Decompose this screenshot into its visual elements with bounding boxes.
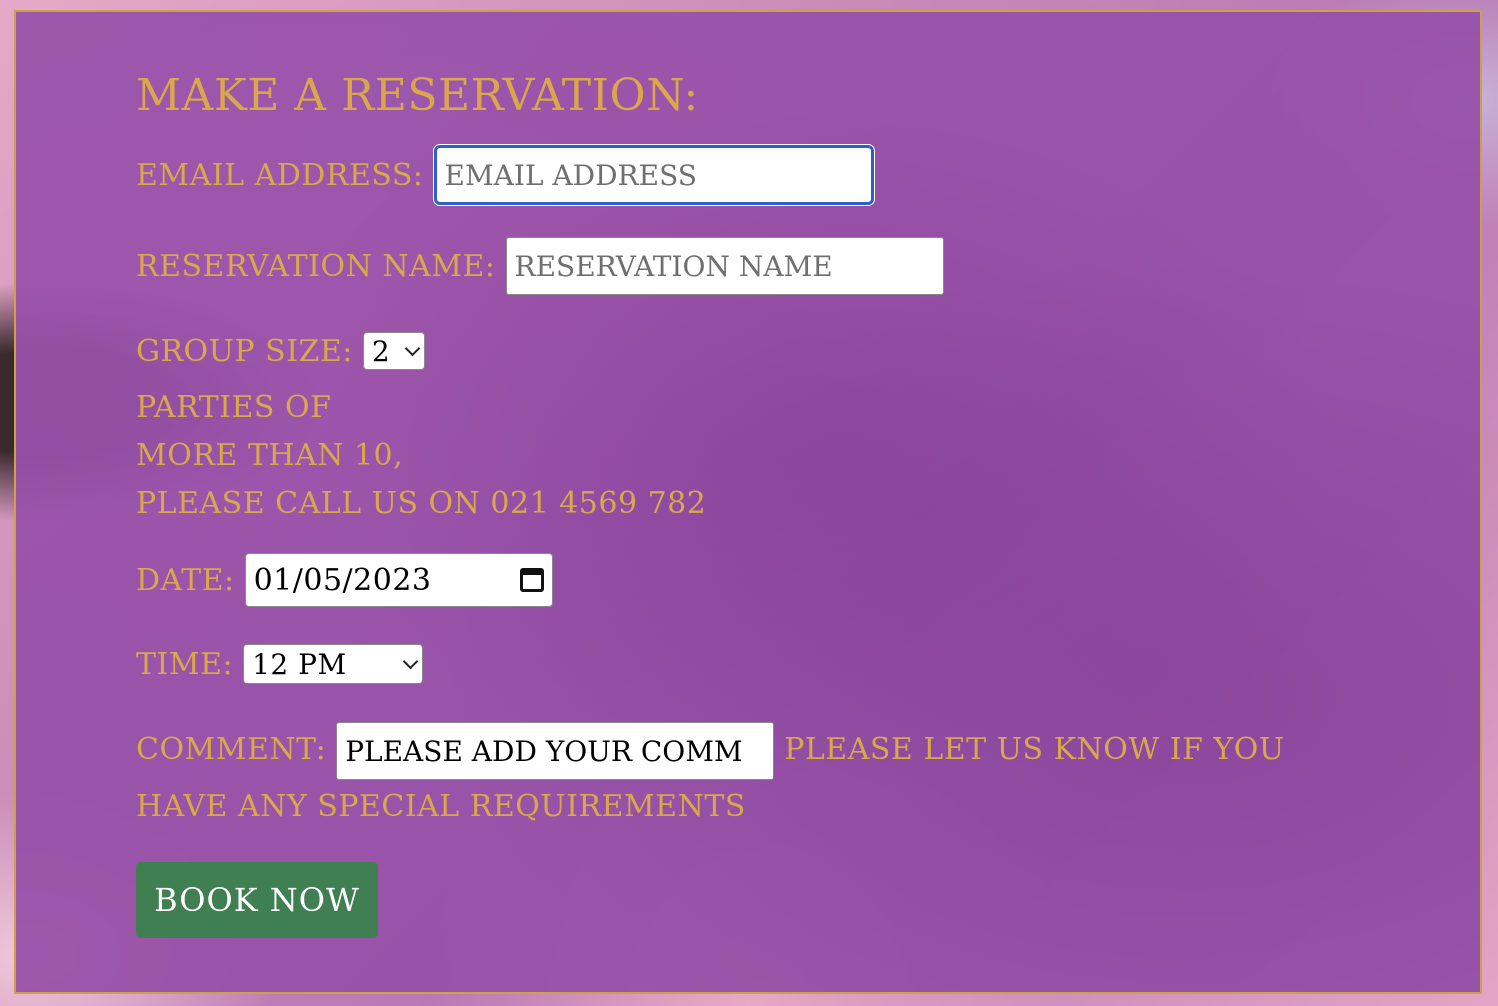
group-size-row: GROUP SIZE: 2 xyxy=(136,332,425,370)
time-label: TIME: xyxy=(136,646,234,682)
date-value: 01/05/2023 xyxy=(253,562,432,598)
time-value: 12 PM xyxy=(252,647,347,681)
time-row: TIME: 12 PM xyxy=(136,644,424,684)
reservation-name-row: RESERVATION NAME: xyxy=(136,237,944,295)
reservation-name-label: RESERVATION NAME: xyxy=(136,248,496,284)
comment-row: COMMENT:PLEASE LET US KNOW IF YOU HAVE A… xyxy=(136,722,1376,834)
chevron-down-icon xyxy=(404,340,421,356)
reservation-panel: MAKE A RESERVATION: EMAIL ADDRESS: RESER… xyxy=(14,10,1482,994)
email-label: EMAIL ADDRESS: xyxy=(136,157,424,193)
chevron-down-icon xyxy=(402,653,419,669)
group-size-value: 2 xyxy=(371,334,391,368)
date-row: DATE: 01/05/2023 xyxy=(136,553,553,607)
large-party-note: PARTIES OF MORE THAN 10, PLEASE CALL US … xyxy=(136,384,706,528)
email-row: EMAIL ADDRESS: xyxy=(136,144,875,206)
date-input[interactable]: 01/05/2023 xyxy=(244,553,553,607)
time-select[interactable]: 12 PM xyxy=(243,644,424,684)
comment-label: COMMENT: xyxy=(136,732,327,767)
note-line: PLEASE CALL US ON 021 4569 782 xyxy=(136,486,707,521)
group-size-label: GROUP SIZE: xyxy=(136,333,353,369)
form-title: MAKE A RESERVATION: xyxy=(136,70,699,121)
calendar-icon[interactable] xyxy=(519,568,544,592)
reservation-name-input[interactable] xyxy=(505,237,944,295)
note-line: PARTIES OF xyxy=(136,390,332,425)
email-input[interactable] xyxy=(432,144,875,206)
group-size-select[interactable]: 2 xyxy=(362,332,425,370)
date-label: DATE: xyxy=(136,562,235,598)
comment-input[interactable] xyxy=(336,722,775,780)
book-now-button[interactable]: BOOK NOW xyxy=(136,862,378,938)
note-line: MORE THAN 10, xyxy=(136,438,404,473)
